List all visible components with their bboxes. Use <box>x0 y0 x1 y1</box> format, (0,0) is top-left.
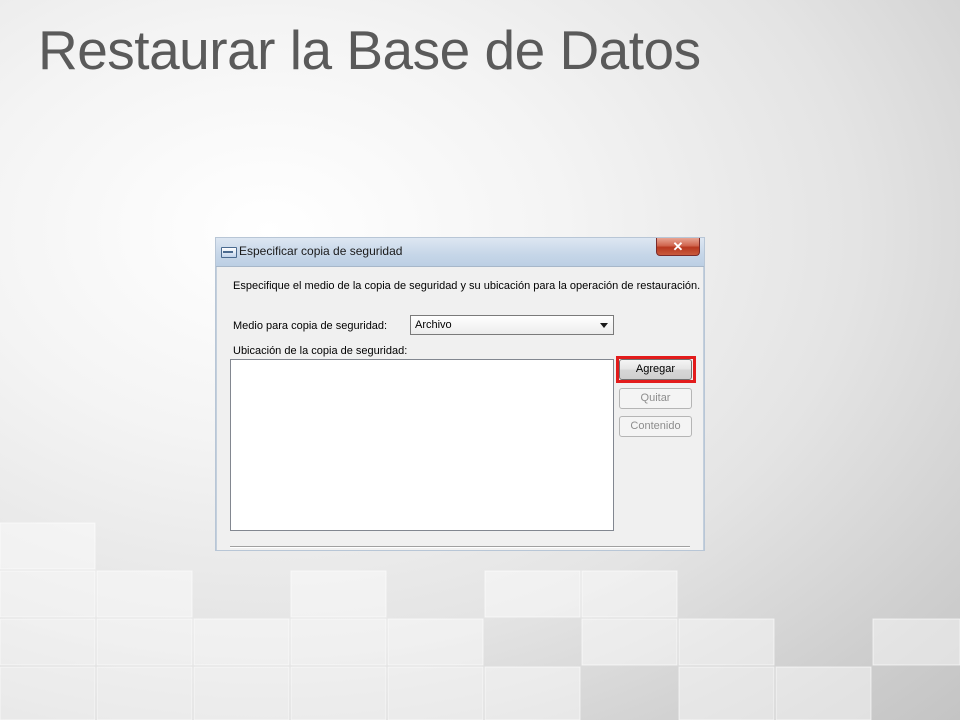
slide-title: Restaurar la Base de Datos <box>38 19 701 81</box>
dialog-divider <box>230 546 690 548</box>
dialog-titlebar[interactable]: Especificar copia de seguridad ✕ <box>216 238 704 267</box>
backup-location-list[interactable] <box>230 359 614 531</box>
backup-location-label: Ubicación de la copia de seguridad: <box>233 345 408 357</box>
contents-button[interactable]: Contenido <box>619 416 692 437</box>
dialog-title: Especificar copia de seguridad <box>239 244 403 258</box>
specify-backup-dialog: Especificar copia de seguridad ✕ Especif… <box>216 238 704 550</box>
remove-button[interactable]: Quitar <box>619 388 692 409</box>
add-button[interactable]: Agregar <box>619 359 692 380</box>
backup-media-label: Medio para copia de seguridad: <box>233 320 388 332</box>
close-icon: ✕ <box>672 239 684 254</box>
dropdown-arrow-icon <box>600 323 608 328</box>
dialog-description: Especifique el medio de la copia de segu… <box>233 280 701 292</box>
backup-media-select[interactable]: Archivo <box>410 315 614 335</box>
window-icon <box>221 247 237 258</box>
close-button[interactable]: ✕ <box>656 238 700 256</box>
backup-media-value: Archivo <box>415 319 452 331</box>
